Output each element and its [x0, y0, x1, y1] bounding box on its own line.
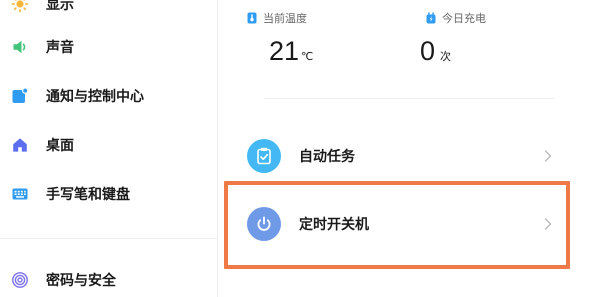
auto-tasks-label: 自动任务 — [299, 149, 355, 165]
sidebar-item-label: 声音 — [46, 40, 74, 56]
sidebar-item-label: 通知与控制中心 — [46, 89, 144, 105]
scheduled-power-label: 定时开关机 — [299, 217, 369, 233]
chevron-right-icon — [544, 218, 552, 230]
temperature-label: 当前温度 — [263, 12, 307, 25]
keyboard-icon — [11, 185, 29, 203]
sidebar-item-password-security[interactable]: 密码与安全 — [0, 262, 218, 297]
sun-icon — [11, 0, 29, 13]
temperature-number: 21 — [269, 36, 300, 66]
temperature-unit: ℃ — [301, 50, 314, 63]
thermometer-icon — [247, 12, 257, 24]
temperature-stat-header: 当前温度 — [247, 10, 307, 26]
sidebar-item-display[interactable]: 显示 — [0, 0, 218, 22]
auto-tasks-row[interactable]: 自动任务 — [219, 131, 600, 181]
sidebar-item-label: 桌面 — [46, 138, 74, 154]
charge-value: 0 次 — [420, 36, 451, 67]
scheduled-power-row[interactable]: 定时开关机 — [219, 199, 600, 249]
stats-divider — [264, 98, 554, 99]
fingerprint-icon — [11, 271, 29, 289]
chevron-right-icon — [544, 150, 552, 162]
battery-plug-icon — [426, 12, 436, 24]
main-panel: 当前温度 21 ℃ 今日充电 0 次 自动任务 定时开关机 — [219, 0, 600, 297]
home-icon — [11, 136, 29, 154]
sidebar-item-notifications[interactable]: 通知与控制中心 — [0, 78, 218, 114]
sidebar: 显示 声音 通知与控制中心 桌面 手写笔和键盘 密码与安全 — [0, 0, 218, 297]
notification-icon — [11, 87, 29, 105]
sidebar-item-keyboard[interactable]: 手写笔和键盘 — [0, 176, 218, 212]
clipboard-check-icon — [247, 139, 281, 173]
sidebar-item-label: 手写笔和键盘 — [46, 187, 130, 203]
charge-stat-header: 今日充电 — [426, 10, 486, 26]
sidebar-item-desktop[interactable]: 桌面 — [0, 127, 218, 163]
sidebar-item-label: 显示 — [46, 0, 74, 13]
sidebar-item-sound[interactable]: 声音 — [0, 29, 218, 65]
temperature-value: 21 ℃ — [269, 36, 313, 67]
charge-number: 0 — [420, 36, 436, 66]
sidebar-divider — [0, 238, 218, 239]
power-icon — [247, 207, 281, 241]
speaker-icon — [11, 38, 29, 56]
sidebar-item-label: 密码与安全 — [46, 273, 116, 289]
settings-screen: 显示 声音 通知与控制中心 桌面 手写笔和键盘 密码与安全 当前温度 21 ℃ … — [0, 0, 600, 297]
charge-label: 今日充电 — [442, 12, 486, 25]
charge-unit: 次 — [440, 50, 452, 63]
